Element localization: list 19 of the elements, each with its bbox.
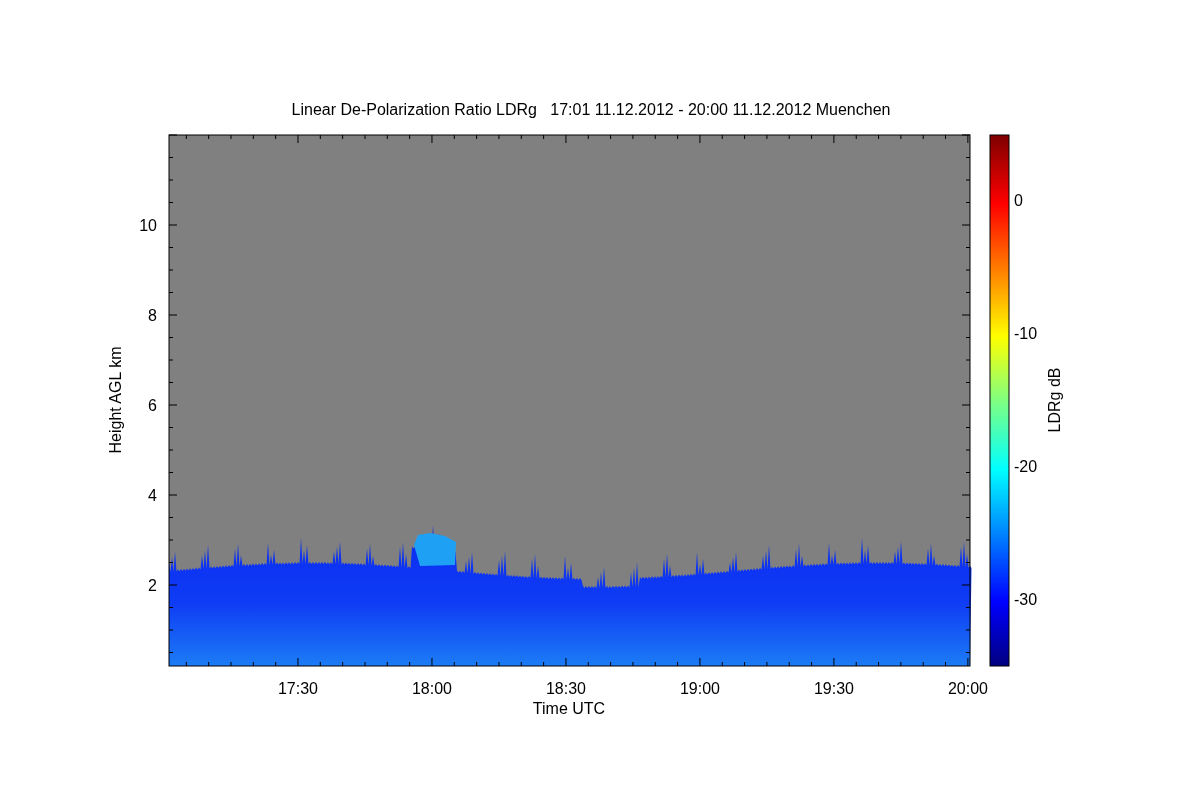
x-tick-label: 19:30 — [814, 680, 854, 697]
x-tick-label: 19:00 — [680, 680, 720, 697]
y-axis-title: Height AGL km — [107, 346, 124, 454]
y-tick-label: 6 — [148, 397, 157, 414]
x-tick-label: 18:30 — [546, 680, 586, 697]
y-tick-label: 10 — [139, 217, 157, 234]
y-tick-label: 2 — [148, 577, 157, 594]
colorbar-tick-label: -10 — [1014, 325, 1038, 342]
colorbar-tick-label: -30 — [1014, 591, 1038, 608]
x-tick-label: 20:00 — [948, 680, 988, 697]
x-tick-label: 18:00 — [412, 680, 452, 697]
x-tick-label: 17:30 — [278, 680, 318, 697]
colorbar-tick-label: -20 — [1014, 458, 1038, 475]
y-tick-label: 4 — [148, 487, 157, 504]
colorbar-tick-label: 0 — [1014, 192, 1023, 209]
x-axis-title: Time UTC — [532, 700, 606, 717]
chart-title: Linear De-Polarization Ratio LDRg 17:01 11.12.2012 - 20:00 11.12.2012 Muenchen — [291, 101, 891, 118]
colorbar-title: LDRg dB — [1046, 367, 1063, 433]
y-tick-label: 8 — [148, 307, 157, 324]
